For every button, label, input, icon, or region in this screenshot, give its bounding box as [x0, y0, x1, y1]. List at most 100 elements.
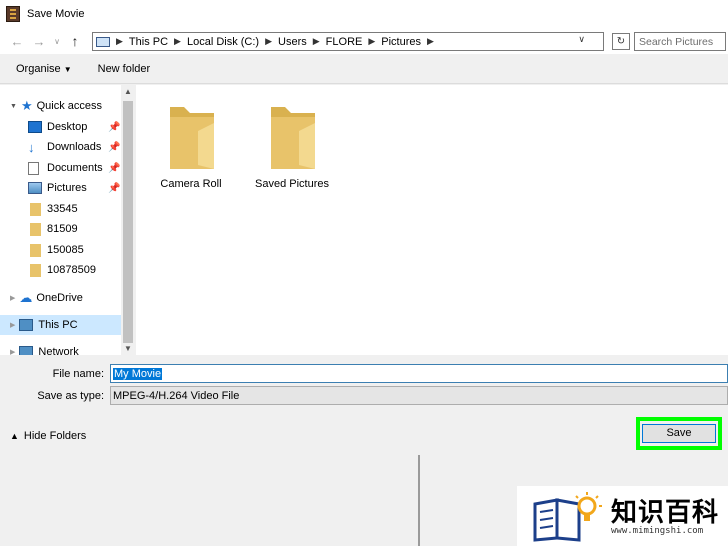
watermark: 知识百科 www.mimingshi.com [517, 486, 728, 546]
sidebar-item-quick-access[interactable]: ▼ ★ Quick access [0, 96, 121, 116]
sidebar-item-network[interactable]: ▶ Network [0, 342, 121, 355]
address-dropdown-icon[interactable]: ∨ [578, 34, 585, 45]
folder-icon [170, 107, 214, 169]
sidebar-item-label: 81509 [47, 223, 78, 235]
chevron-right-icon[interactable]: ▶ [368, 36, 375, 47]
sidebar-item-33545[interactable]: 33545 [0, 199, 121, 219]
folder-label: Camera Roll [160, 178, 222, 190]
sidebar-item-label: This PC [38, 319, 78, 331]
folder-icon [30, 243, 41, 257]
sidebar-item-label: Quick access [36, 100, 103, 112]
chevron-down-icon: ▼ [63, 64, 72, 74]
folder-icon [30, 202, 41, 216]
scroll-up-icon[interactable]: ▲ [121, 87, 135, 96]
sidebar-item-81509[interactable]: 81509 [0, 219, 121, 239]
pin-icon: 📌 [108, 182, 121, 194]
pin-icon: 📌 [108, 121, 121, 133]
sidebar-item-label: Downloads [47, 141, 102, 153]
network-icon [19, 346, 34, 355]
file-name-value: My Movie [113, 367, 163, 380]
hide-folders-button[interactable]: ▲ Hide Folders [10, 430, 86, 442]
chevron-right-icon[interactable]: ▶ [116, 36, 123, 47]
watermark-title: 知识百科 [611, 498, 720, 528]
organise-menu[interactable]: Organise ▼ [16, 63, 72, 75]
computer-icon [19, 319, 34, 331]
sidebar-item-pictures[interactable]: Pictures 📌 [0, 178, 121, 198]
sidebar-item-onedrive[interactable]: ▶ ☁ OneDrive [0, 288, 121, 308]
title-bar: Save Movie [0, 0, 728, 28]
chevron-right-icon[interactable]: ▶ [10, 294, 15, 302]
address-bar[interactable]: ▶ This PC ▶ Local Disk (C:) ▶ Users ▶ FL… [92, 32, 604, 51]
save-as-type-label: Save as type: [37, 390, 104, 402]
save-as-type-value: MPEG-4/H.264 Video File [113, 389, 240, 402]
background-divider [418, 455, 420, 546]
folder-item-saved-pictures[interactable]: Saved Pictures [247, 91, 337, 191]
folder-label: Saved Pictures [255, 178, 329, 190]
pin-icon: 📌 [108, 162, 121, 174]
save-dialog: Save Movie ← → ∨ ↑ ▶ This PC ▶ Local Dis… [0, 0, 728, 455]
sidebar-item-10878509[interactable]: 10878509 [0, 260, 121, 280]
sidebar-item-label: OneDrive [36, 292, 83, 304]
film-icon [6, 6, 20, 22]
navigation-pane: ▼ ★ Quick access Desktop 📌 ↓ Downloads 📌… [0, 85, 121, 355]
sidebar-item-desktop[interactable]: Desktop 📌 [0, 117, 121, 137]
watermark-url: www.mimingshi.com [611, 526, 704, 536]
breadcrumb-users[interactable]: Users [278, 36, 307, 48]
chevron-up-icon: ▲ [10, 431, 19, 441]
forward-arrow-icon[interactable]: → [28, 34, 50, 49]
new-folder-button[interactable]: New folder [98, 63, 151, 75]
book-lightbulb-icon [533, 492, 602, 542]
search-input[interactable]: Search Pictures [634, 32, 726, 51]
hide-folders-label: Hide Folders [23, 430, 87, 442]
chevron-right-icon[interactable]: ▶ [427, 36, 434, 47]
back-arrow-icon[interactable]: ← [6, 34, 28, 49]
scroll-down-icon[interactable]: ▼ [121, 344, 135, 353]
sidebar-item-label: 10878509 [47, 264, 96, 276]
window-title: Save Movie [27, 8, 85, 20]
cloud-icon: ☁ [19, 290, 33, 305]
sidebar-item-label: Pictures [47, 182, 87, 194]
pc-location-icon [96, 36, 110, 47]
sidebar-item-label: Network [38, 346, 79, 355]
chevron-down-icon[interactable]: ▼ [10, 103, 17, 110]
breadcrumb-flore[interactable]: FLORE [326, 36, 363, 48]
file-name-input[interactable]: My Movie [110, 364, 728, 383]
chevron-right-icon[interactable]: ▶ [313, 36, 320, 47]
breadcrumb-this-pc[interactable]: This PC [129, 36, 168, 48]
desktop-icon [28, 121, 42, 133]
sidebar-scrollbar[interactable]: ▲ ▼ [121, 85, 135, 355]
chevron-right-icon[interactable]: ▶ [265, 36, 272, 47]
sidebar-item-label: 150085 [47, 244, 84, 256]
sidebar-item-documents[interactable]: Documents 📌 [0, 158, 121, 178]
command-toolbar: Organise ▼ New folder [0, 54, 728, 84]
folder-icon [271, 107, 315, 169]
save-as-type-select[interactable]: MPEG-4/H.264 Video File [110, 386, 728, 405]
sidebar-item-label: Documents [47, 162, 103, 174]
recent-locations-chevron-icon[interactable]: ∨ [50, 37, 64, 46]
breadcrumb-pictures[interactable]: Pictures [381, 36, 421, 48]
save-button[interactable]: Save [642, 424, 716, 443]
chevron-right-icon[interactable]: ▶ [174, 36, 181, 47]
sidebar-item-150085[interactable]: 150085 [0, 240, 121, 260]
sidebar-item-label: 33545 [47, 203, 78, 215]
scrollbar-thumb[interactable] [123, 101, 133, 343]
up-arrow-icon[interactable]: ↑ [64, 33, 86, 49]
pin-icon: 📌 [108, 141, 121, 153]
breadcrumb-local-disk[interactable]: Local Disk (C:) [187, 36, 259, 48]
refresh-icon[interactable]: ↻ [612, 33, 630, 50]
organise-label: Organise [16, 62, 61, 75]
sidebar-item-downloads[interactable]: ↓ Downloads 📌 [0, 137, 121, 157]
sidebar-item-this-pc[interactable]: ▶ This PC [0, 315, 121, 335]
download-icon: ↓ [28, 139, 35, 155]
documents-icon [28, 161, 39, 175]
folder-item-camera-roll[interactable]: Camera Roll [146, 91, 236, 191]
star-icon: ★ [20, 98, 33, 113]
file-list: Camera Roll Saved Pictures [136, 85, 728, 355]
file-name-label: File name: [52, 368, 104, 380]
folder-icon [30, 263, 41, 277]
navigation-bar: ← → ∨ ↑ ▶ This PC ▶ Local Disk (C:) ▶ Us… [0, 28, 728, 54]
chevron-right-icon[interactable]: ▶ [10, 321, 15, 329]
chevron-right-icon[interactable]: ▶ [10, 348, 15, 355]
save-form: File name: My Movie Save as type: MPEG-4… [0, 355, 728, 455]
screen: Save Movie ← → ∨ ↑ ▶ This PC ▶ Local Dis… [0, 0, 728, 546]
